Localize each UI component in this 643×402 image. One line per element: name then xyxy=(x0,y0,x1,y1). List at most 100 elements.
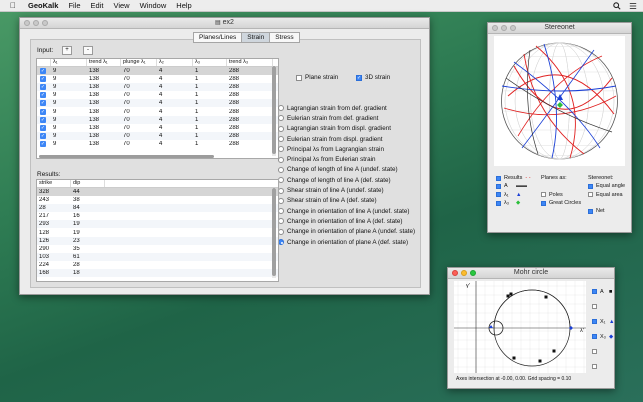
menu-help[interactable]: Help xyxy=(176,1,191,10)
table-row[interactable]: ✓ 9 138 70 4 1 288 xyxy=(37,124,278,132)
table-cell[interactable]: 4 xyxy=(157,76,193,82)
table-cell[interactable]: 4 xyxy=(157,141,193,147)
table-cell[interactable]: 1 xyxy=(193,76,227,82)
table-cell[interactable]: 70 xyxy=(121,125,157,131)
table-row[interactable]: 28 84 xyxy=(37,204,278,213)
table-cell[interactable]: 288 xyxy=(227,92,273,98)
table-cell[interactable]: 4 xyxy=(157,109,193,115)
table-cell[interactable]: 9 xyxy=(51,109,87,115)
column-header[interactable]: λ₃ xyxy=(193,59,227,66)
column-header[interactable]: trend λ₃ xyxy=(227,59,273,66)
mohr-legend-blank-2[interactable] xyxy=(592,344,614,359)
table-cell[interactable]: 1 xyxy=(193,125,227,131)
table-cell[interactable]: 70 xyxy=(121,92,157,98)
table-row[interactable]: ✓ 9 138 70 4 1 288 xyxy=(37,140,278,148)
table-cell[interactable]: 288 xyxy=(227,76,273,82)
table-row[interactable]: 168 18 xyxy=(37,268,278,278)
add-row-button[interactable]: + xyxy=(62,46,72,55)
table-cell[interactable]: 288 xyxy=(227,84,273,90)
mohr-legend-x3[interactable]: X₃ ◆ xyxy=(592,329,614,344)
table-cell[interactable]: 4 xyxy=(157,84,193,90)
results-toggle[interactable]: Results - - xyxy=(496,174,531,182)
list-icon[interactable] xyxy=(629,2,637,10)
table-row[interactable]: 293 19 xyxy=(37,220,278,229)
table-cell[interactable]: 288 xyxy=(227,125,273,131)
row-checkbox[interactable]: ✓ xyxy=(37,100,51,107)
radio-option[interactable]: Change of length of line A (def. state) xyxy=(278,175,415,185)
table-cell[interactable]: 70 xyxy=(121,76,157,82)
table-row[interactable]: ✓ 9 138 70 4 1 288 xyxy=(37,131,278,140)
poles-option[interactable]: Poles xyxy=(541,191,581,199)
input-vertical-scrollbar[interactable] xyxy=(272,66,276,156)
radio-option[interactable]: Eulerian strain from displ. gradient xyxy=(278,134,415,144)
table-cell[interactable]: 9 xyxy=(51,117,87,123)
legend-lambda3[interactable]: λ₃ ◆ xyxy=(496,199,531,207)
table-cell[interactable]: 138 xyxy=(87,84,121,90)
table-cell[interactable]: 288 xyxy=(227,100,273,106)
table-cell[interactable]: 138 xyxy=(87,100,121,106)
table-row[interactable]: ✓ 9 138 70 4 1 288 xyxy=(37,99,278,108)
row-checkbox[interactable]: ✓ xyxy=(37,108,51,115)
table-row[interactable]: ✓ 9 138 70 4 1 288 xyxy=(37,75,278,83)
radio-option[interactable]: Change in orientation of plane A (undef.… xyxy=(278,227,415,237)
table-cell[interactable]: 9 xyxy=(51,125,87,131)
row-checkbox[interactable]: ✓ xyxy=(37,124,51,131)
column-header[interactable]: λ₁ xyxy=(51,59,87,66)
table-row[interactable]: ✓ 9 138 70 4 1 288 xyxy=(37,67,278,76)
table-cell[interactable]: 70 xyxy=(121,141,157,147)
table-cell[interactable]: 1 xyxy=(193,141,227,147)
row-checkbox[interactable]: ✓ xyxy=(37,76,51,83)
table-cell[interactable]: 138 xyxy=(87,117,121,123)
great-circles-option[interactable]: Great Circles xyxy=(541,199,581,207)
table-cell[interactable]: 138 xyxy=(87,109,121,115)
column-header[interactable]: strike xyxy=(37,180,71,187)
table-cell[interactable]: 4 xyxy=(157,117,193,123)
mohr-legend-blank-3[interactable] xyxy=(592,359,614,374)
table-cell[interactable]: 70 xyxy=(121,109,157,115)
table-cell[interactable]: 70 xyxy=(121,68,157,74)
plane-strain-checkbox[interactable]: Plane strain xyxy=(296,74,338,81)
table-row[interactable]: ✓ 9 138 70 4 1 288 xyxy=(37,83,278,92)
table-cell[interactable]: 1 xyxy=(193,100,227,106)
table-cell[interactable]: 138 xyxy=(87,92,121,98)
menu-view[interactable]: View xyxy=(113,1,129,10)
table-cell[interactable]: 1 xyxy=(193,109,227,115)
table-row[interactable]: 126 23 xyxy=(37,236,278,245)
mohr-legend-blank-1[interactable] xyxy=(592,299,614,314)
radio-option[interactable]: Principal λs from Lagrangian strain xyxy=(278,144,415,154)
column-header[interactable]: plunge λ₁ xyxy=(121,59,157,66)
radio-option[interactable]: Eulerian strain from def. gradient xyxy=(278,113,415,123)
table-cell[interactable]: 9 xyxy=(51,133,87,139)
tab-strain[interactable]: Strain xyxy=(241,32,271,43)
table-cell[interactable]: 70 xyxy=(121,117,157,123)
table-cell[interactable]: 138 xyxy=(87,68,121,74)
row-checkbox[interactable]: ✓ xyxy=(37,84,51,91)
row-checkbox[interactable]: ✓ xyxy=(37,116,51,123)
table-cell[interactable]: 9 xyxy=(51,92,87,98)
menu-app[interactable]: GeoKalk xyxy=(28,1,58,10)
radio-option[interactable]: Shear strain of line A (def. state) xyxy=(278,196,415,206)
radio-option[interactable]: Change of length of line A (undef. state… xyxy=(278,165,415,175)
row-checkbox[interactable]: ✓ xyxy=(37,68,51,75)
table-row[interactable]: ✓ 9 138 70 4 1 288 xyxy=(37,107,278,115)
mohr-legend-a[interactable]: A ■ xyxy=(592,284,614,299)
radio-option[interactable]: Lagrangian strain from displ. gradient xyxy=(278,124,415,134)
table-cell[interactable]: 4 xyxy=(157,92,193,98)
column-header[interactable]: trend λ₁ xyxy=(87,59,121,66)
row-checkbox[interactable]: ✓ xyxy=(37,132,51,139)
table-row[interactable]: 224 28 xyxy=(37,261,278,269)
equal-area-option[interactable]: Equal area xyxy=(588,191,625,199)
table-row[interactable]: ✓ 9 138 70 4 1 288 xyxy=(37,91,278,99)
column-header[interactable]: λ₂ xyxy=(157,59,193,66)
results-vertical-scrollbar[interactable] xyxy=(272,188,276,278)
table-cell[interactable]: 9 xyxy=(51,84,87,90)
table-cell[interactable]: 70 xyxy=(121,133,157,139)
legend-a[interactable]: A ▬▬ xyxy=(496,182,531,190)
table-cell[interactable]: 4 xyxy=(157,68,193,74)
table-row[interactable]: ✓ 9 138 70 4 1 288 xyxy=(37,115,278,124)
table-cell[interactable]: 288 xyxy=(227,68,273,74)
legend-lambda1[interactable]: λ₁ ▲ xyxy=(496,191,531,199)
tab-planes-lines[interactable]: Planes/Lines xyxy=(193,32,243,43)
table-cell[interactable]: 1 xyxy=(193,117,227,123)
table-cell[interactable]: 288 xyxy=(227,117,273,123)
